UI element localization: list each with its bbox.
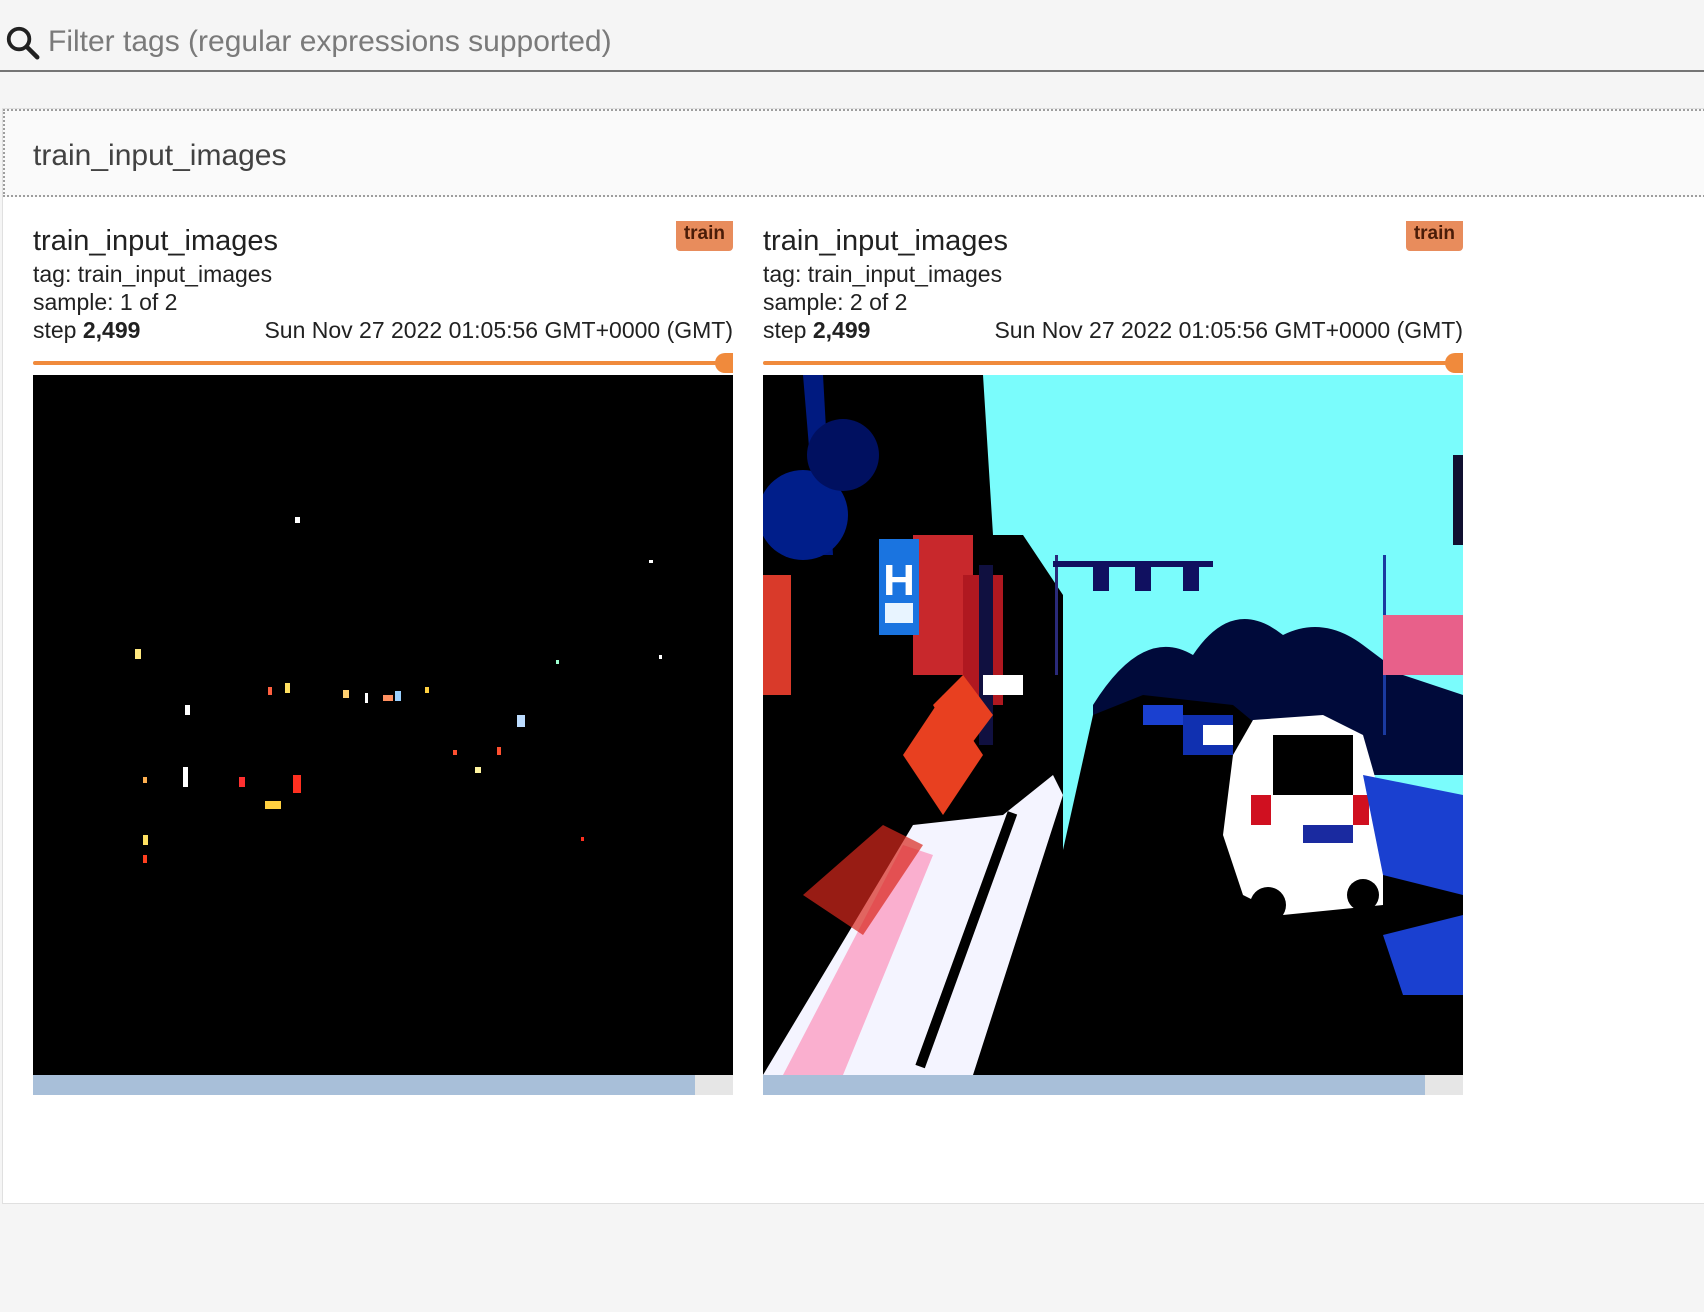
- sample-image: [33, 375, 733, 1075]
- run-badge: train: [1405, 221, 1463, 251]
- night-street-image: [33, 375, 733, 1075]
- tag-line: tag: train_input_images: [33, 261, 273, 287]
- step-line: step 2,499: [763, 317, 870, 344]
- image-card-1: train train_input_images tag: train_inpu…: [33, 221, 733, 1205]
- svg-text:H: H: [883, 556, 915, 605]
- slider-track: [33, 361, 723, 365]
- step-value: 2,499: [82, 317, 141, 343]
- step-slider[interactable]: [763, 353, 1463, 373]
- step-label: step: [33, 317, 77, 343]
- sample-image: H: [763, 375, 1463, 1075]
- tag-filter-bar: [0, 0, 1704, 72]
- sample-line: sample: 2 of 2: [763, 289, 908, 315]
- wall-time: Sun Nov 27 2022 01:05:56 GMT+0000 (GMT): [264, 317, 733, 343]
- card-title: train_input_images: [33, 225, 279, 257]
- category-title: train_input_images: [33, 139, 287, 172]
- tag-filter-input[interactable]: [48, 20, 1548, 64]
- step-line: step 2,499: [33, 317, 140, 344]
- image-scrollbar[interactable]: [33, 1075, 733, 1095]
- card-title: train_input_images: [763, 225, 1009, 257]
- slider-knob[interactable]: [1445, 353, 1463, 373]
- scrollbar-thumb[interactable]: [763, 1075, 1425, 1095]
- search-icon: [6, 26, 40, 60]
- image-scrollbar[interactable]: [763, 1075, 1463, 1095]
- category-header[interactable]: train_input_images: [3, 109, 1704, 197]
- scrollbar-thumb[interactable]: [33, 1075, 695, 1095]
- slider-knob[interactable]: [715, 353, 733, 373]
- step-slider[interactable]: [33, 353, 733, 373]
- step-value: 2,499: [812, 317, 871, 343]
- wall-time: Sun Nov 27 2022 01:05:56 GMT+0000 (GMT): [994, 317, 1463, 343]
- tag-line: tag: train_input_images: [763, 261, 1003, 287]
- image-card-2: train train_input_images tag: train_inpu…: [763, 221, 1463, 1205]
- run-badge: train: [675, 221, 733, 251]
- day-street-image: H: [763, 375, 1463, 1075]
- sample-line: sample: 1 of 2: [33, 289, 178, 315]
- category-pane: train_input_images train train_input_ima…: [2, 108, 1704, 1204]
- slider-track: [763, 361, 1453, 365]
- step-label: step: [763, 317, 807, 343]
